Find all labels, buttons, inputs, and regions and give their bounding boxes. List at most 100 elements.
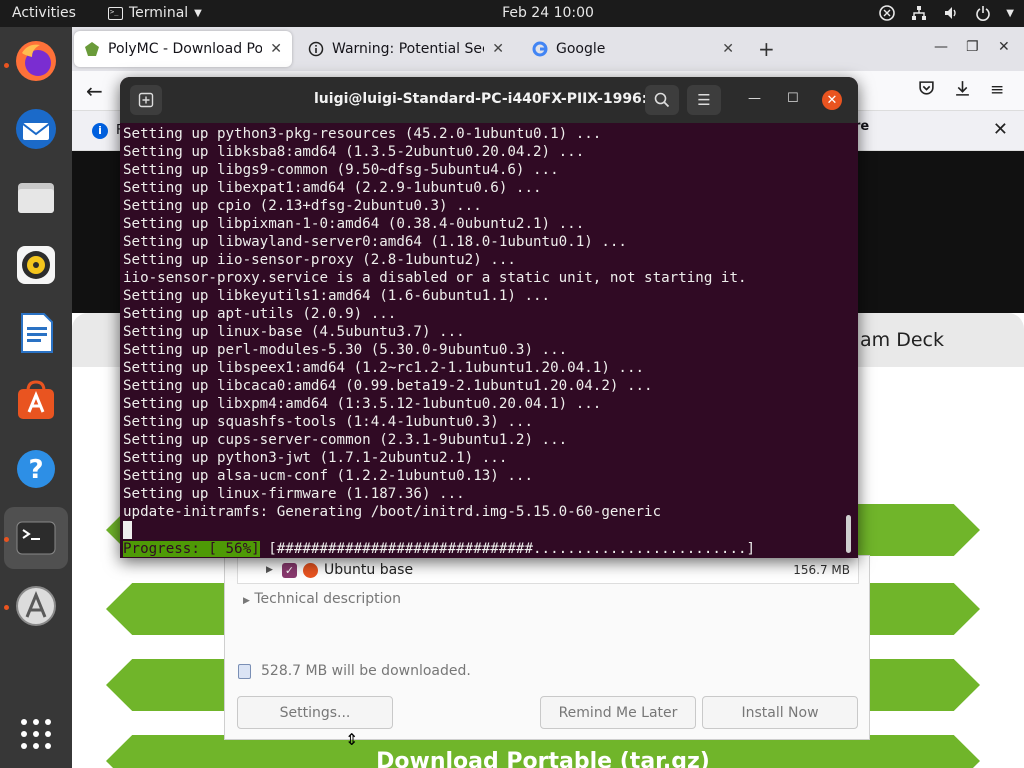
terminal-cursor-line [123,521,843,539]
app-center-icon[interactable] [12,377,60,425]
terminal-line: Setting up perl-modules-5.30 (5.30.0-9ub… [123,342,568,358]
platform-tab-steam-deck[interactable]: am Deck [860,329,944,351]
software-updater-dialog: ▶ ✓ Ubuntu base 156.7 MB ▶ Technical des… [224,555,870,740]
downloads-icon[interactable] [954,80,971,102]
tab-google[interactable]: Google ✕ [522,31,744,67]
technical-description-expander[interactable]: ▶ Technical description [243,591,401,607]
terminal-line: Setting up libkeyutils1:amd64 (1.6-6ubun… [123,288,551,304]
system-tray[interactable]: ▼ [878,4,1014,22]
software-updater-icon[interactable] [12,582,60,630]
network-icon[interactable] [910,4,928,22]
expander-icon: ▶ [243,596,250,606]
expander-icon[interactable]: ▶ [266,565,276,575]
terminal-line: update-initramfs: Generating /boot/initr… [123,504,662,520]
scrollbar[interactable] [846,515,851,553]
download-info: 528.7 MB will be downloaded. [238,663,471,679]
ubuntu-icon [303,562,318,578]
new-tab-button[interactable]: + [758,37,775,61]
thunderbird-icon[interactable] [12,105,60,153]
terminal-line: Setting up cups-server-common (2.3.1-9ub… [123,432,568,448]
polymc-icon [85,42,99,56]
terminal-line: Setting up libwayland-server0:amd64 (1.1… [123,234,627,250]
tab-title: Warning: Potential Security Risk Ahead [332,41,484,57]
close-icon[interactable]: ✕ [993,119,1008,140]
terminal-line: Setting up libpixman-1-0:amd64 (0.38.4-0… [123,216,585,232]
terminal-line: Setting up libksba8:amd64 (1.3.5-2ubuntu… [123,144,585,160]
terminal-line: Setting up squashfs-tools (1:4.4-1ubuntu… [123,414,533,430]
terminal-window[interactable]: luigi@luigi-Standard-PC-i440FX-PIIX-1996… [120,77,858,558]
show-apps-icon[interactable] [12,710,60,758]
download-size-text: 528.7 MB will be downloaded. [261,663,471,679]
terminal-output[interactable]: Setting up python3-pkg-resources (45.2.0… [123,125,843,555]
maximize-icon[interactable]: ☐ [787,91,799,106]
terminal-line: Setting up apt-utils (2.0.9) ... [123,306,397,322]
remind-later-button[interactable]: Remind Me Later [540,696,696,729]
libreoffice-writer-icon[interactable] [12,309,60,357]
accessibility-icon[interactable] [878,4,896,22]
settings-button-label: Settings... [279,704,351,721]
clock[interactable]: Feb 24 10:00 [0,5,1024,21]
progress-bar: [##############################.........… [259,541,756,557]
install-now-label: Install Now [741,704,819,721]
help-icon[interactable]: ? [12,445,60,493]
terminal-line: Setting up linux-firmware (1.187.36) ... [123,486,465,502]
download-portable-label: Download Portable (tar.gz) [376,748,710,768]
minimize-icon[interactable]: — [748,91,761,106]
maximize-icon[interactable]: ❐ [966,39,979,55]
terminal-line: Setting up linux-base (4.5ubuntu3.7) ... [123,324,465,340]
settings-button[interactable]: Settings... [237,696,393,729]
svg-text:?: ? [28,455,43,485]
google-icon [532,41,548,57]
terminal-headerbar[interactable]: luigi@luigi-Standard-PC-i440FX-PIIX-1996… [120,77,858,123]
info-icon [308,41,324,57]
power-icon[interactable] [974,4,992,22]
progress-label: Progress: [ 56%] [123,541,260,557]
close-icon[interactable]: ✕ [270,41,282,57]
back-button[interactable]: ← [86,79,103,103]
info-icon: i [92,123,108,139]
dock: ? [0,27,72,768]
terminal-line: Setting up libcaca0:amd64 (0.99.beta19-2… [123,378,653,394]
terminal-icon[interactable] [12,514,60,562]
resize-cursor-icon: ⇕ [345,730,359,749]
tab-bar: PolyMC - Download PolyMC ✕ Warning: Pote… [72,27,1024,71]
terminal-line: Setting up libspeex1:amd64 (1.2~rc1.2-1.… [123,360,645,376]
firefox-icon[interactable] [12,37,60,85]
running-indicator [4,605,9,610]
search-button[interactable] [645,85,679,115]
tab-polymc[interactable]: PolyMC - Download PolyMC ✕ [74,31,292,67]
package-checkbox[interactable]: ✓ [282,562,297,578]
package-size: 156.7 MB [793,563,850,577]
tab-warning[interactable]: Warning: Potential Security Risk Ahead ✕ [298,31,514,67]
terminal-cursor [123,521,132,539]
close-window-icon[interactable]: ✕ [998,39,1010,55]
rhythmbox-icon[interactable] [12,241,60,289]
search-icon [654,92,670,108]
top-bar: Activities >_ Terminal ▼ Feb 24 10:00 ▼ [0,0,1024,27]
close-icon[interactable]: ✕ [492,41,504,57]
terminal-line: Setting up cpio (2.13+dfsg-2ubuntu0.3) .… [123,198,482,214]
files-icon[interactable] [12,173,60,221]
minimize-icon[interactable]: — [934,39,948,55]
close-icon[interactable]: ✕ [822,90,842,110]
caret-down-icon[interactable]: ▼ [1006,8,1014,19]
list-item[interactable]: ▶ ✓ Ubuntu base [266,562,413,578]
volume-icon[interactable] [942,4,960,22]
hamburger-icon: ☰ [697,91,711,109]
terminal-line: Setting up libexpat1:amd64 (2.2.9-1ubunt… [123,180,542,196]
tab-title: Google [556,41,606,57]
install-now-button[interactable]: Install Now [702,696,858,729]
package-list: ▶ ✓ Ubuntu base 156.7 MB [237,556,859,584]
terminal-line: Setting up iio-sensor-proxy (2.8-1ubuntu… [123,252,516,268]
terminal-line: Setting up python3-pkg-resources (45.2.0… [123,126,602,142]
close-icon[interactable]: ✕ [722,41,734,57]
package-name: Ubuntu base [324,562,414,578]
technical-description-label: Technical description [254,591,401,607]
running-indicator [4,537,9,542]
terminal-line: iio-sensor-proxy.service is a disabled o… [123,270,747,286]
tab-title: PolyMC - Download PolyMC [108,41,263,57]
menu-icon[interactable]: ≡ [990,80,1004,100]
hamburger-menu-button[interactable]: ☰ [687,85,721,115]
pocket-icon[interactable] [918,80,935,102]
download-size-icon [238,663,251,679]
